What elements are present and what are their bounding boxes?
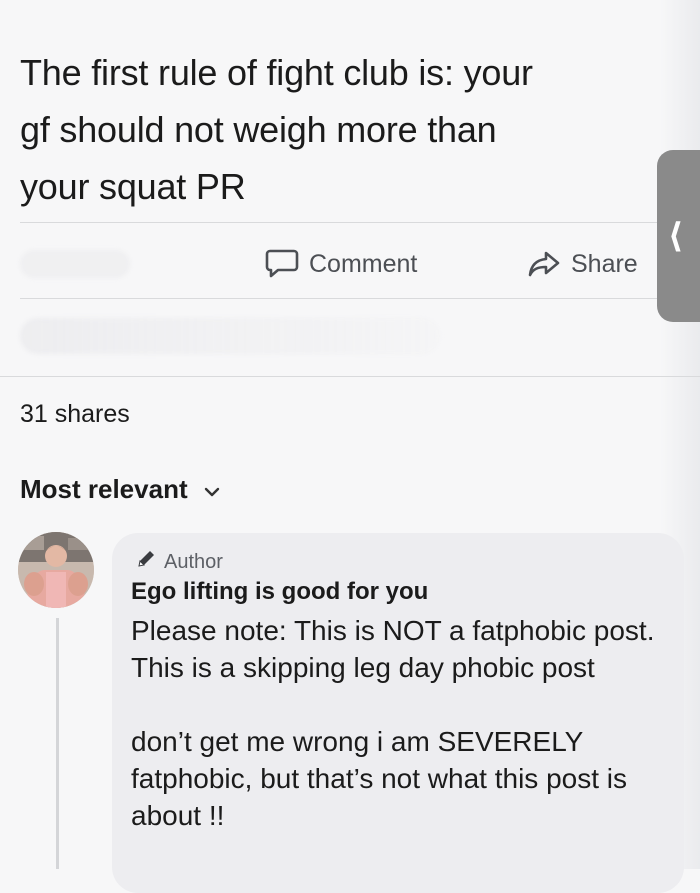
share-label: Share <box>571 249 638 278</box>
divider <box>20 298 700 299</box>
divider <box>20 222 700 223</box>
side-panel-tab[interactable]: ⟨ <box>657 150 700 322</box>
post-line: The first rule of fight club is: your <box>20 52 533 93</box>
chevron-left-icon: ⟨ <box>667 217 684 255</box>
post-text: The first rule of fight club is: your gf… <box>20 44 660 215</box>
divider <box>0 376 700 377</box>
comment-button[interactable]: Comment <box>265 237 417 291</box>
sort-dropdown[interactable]: Most relevant <box>20 474 220 505</box>
comment-text: Please note: This is NOT a fatphobic pos… <box>131 612 676 834</box>
pencil-icon <box>136 549 156 575</box>
comment-label: Comment <box>309 249 418 278</box>
post-line: your squat PR <box>20 166 246 207</box>
author-badge: Author <box>136 549 223 575</box>
author-badge-label: Author <box>164 550 223 573</box>
comment-paragraph: Please note: This is NOT a fatphobic pos… <box>131 615 655 683</box>
commenter-name[interactable]: Ego lifting is good for you <box>131 578 428 606</box>
comment-paragraph: don’t get me wrong i am SEVERELY fatphob… <box>131 726 628 831</box>
avatar-image <box>18 532 94 608</box>
thread-line <box>56 618 59 869</box>
sort-label: Most relevant <box>20 474 188 504</box>
action-bar: Comment Share <box>0 237 700 291</box>
chevron-down-icon <box>204 474 220 505</box>
share-count[interactable]: 31 shares <box>20 400 130 429</box>
faded-input-placeholder <box>20 318 440 354</box>
post-line: gf should not weigh more than <box>20 109 497 150</box>
comment-icon <box>265 248 299 280</box>
share-button[interactable]: Share <box>527 237 638 291</box>
share-icon <box>527 249 561 279</box>
avatar[interactable] <box>18 532 94 608</box>
